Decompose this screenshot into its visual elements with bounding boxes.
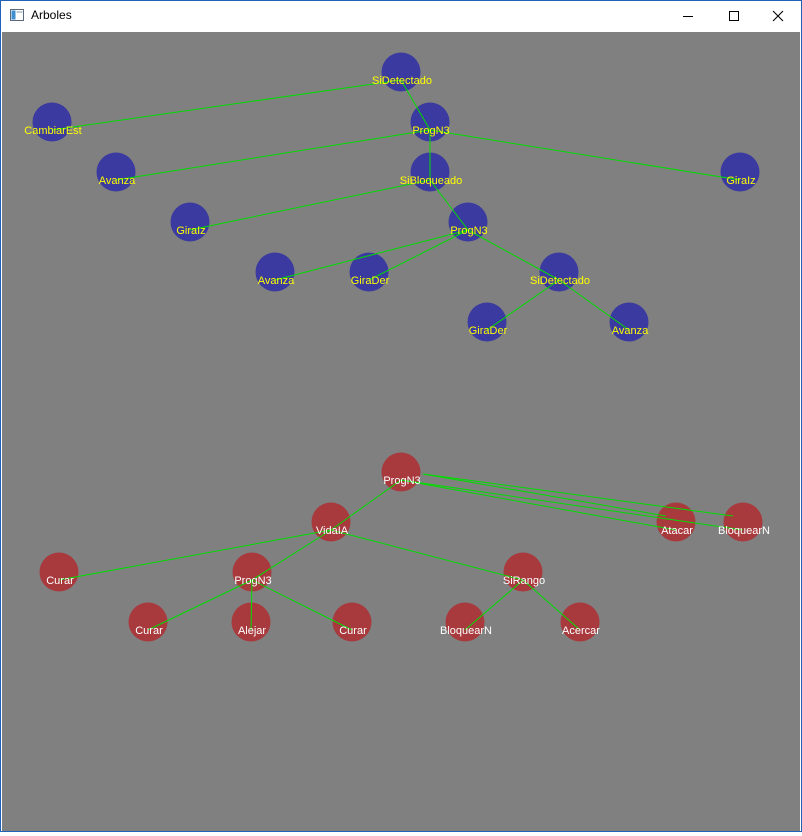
blue-tree-node-label: GiraDer: [469, 325, 508, 337]
red-tree-node-label: Acercar: [562, 625, 600, 637]
blue-tree-edge: [368, 229, 469, 281]
red-tree-node-label: Atacar: [661, 525, 693, 537]
red-tree-edge: [422, 473, 667, 517]
red-tree-node-label: BloquearN: [718, 525, 770, 537]
red-tree-node-label: ProgN3: [234, 575, 271, 587]
tree-diagram: SiDetectado CambiarEst ProgN3 Avanza SiBloqu…: [24, 52, 770, 642]
red-tree-node-label: Curar: [339, 625, 367, 637]
window-title: Arboles: [31, 8, 72, 22]
tree-canvas: SiDetectado CambiarEst ProgN3 Avanza SiBloqu…: [2, 32, 800, 831]
red-tree-node-label: Curar: [135, 625, 163, 637]
red-tree-node-label: Alejar: [238, 625, 266, 637]
blue-tree-edge: [558, 279, 630, 331]
red-tree-edge: [400, 479, 744, 531]
red-tree-edge: [58, 529, 332, 581]
blue-tree-node-label: SiBloqueado: [400, 175, 462, 187]
blue-tree-edge: [429, 129, 741, 181]
red-tree-node-label: VidaIA: [316, 525, 349, 537]
app-icon: [10, 9, 24, 21]
minimize-button[interactable]: [665, 1, 711, 31]
blue-tree-node-label: CambiarEst: [24, 125, 81, 137]
blue-tree-node-label: GiraDer: [351, 275, 390, 287]
blue-tree-node-label: GiraIz: [176, 225, 205, 237]
blue-tree-node-label: ProgN3: [450, 225, 487, 237]
blue-tree-edge: [115, 129, 431, 181]
minimize-icon: [683, 16, 693, 17]
red-tree-edge: [330, 479, 402, 531]
blue-tree-node-label: Avanza: [99, 175, 136, 187]
title-bar[interactable]: Arboles: [1, 1, 801, 31]
blue-tree-edge: [51, 79, 402, 131]
red-tree-edge: [422, 473, 734, 517]
close-button[interactable]: [755, 1, 801, 31]
blue-tree-node-label: SiDetectado: [372, 75, 432, 87]
red-tree-node-label: ProgN3: [383, 475, 420, 487]
red-tree-edge: [330, 529, 524, 581]
blue-tree-edge: [467, 229, 560, 281]
blue-tree-node-label: GiraIz: [726, 175, 755, 187]
app-window: Arboles SiDetectado CambiarEst ProgN3 Avanz…: [0, 0, 802, 832]
maximize-button[interactable]: [711, 1, 757, 31]
blue-tree-node-label: ProgN3: [412, 125, 449, 137]
red-tree-node-label: BloquearN: [440, 625, 492, 637]
close-icon: [772, 10, 784, 22]
red-tree-node-label: Curar: [46, 575, 74, 587]
blue-tree-node-label: SiDetectado: [530, 275, 590, 287]
red-tree-edge: [400, 479, 677, 531]
blue-tree-node-label: Avanza: [612, 325, 649, 337]
red-tree-node-label: SiRango: [503, 575, 545, 587]
blue-tree-edge: [486, 279, 560, 331]
blue-tree-edge: [189, 179, 431, 231]
maximize-icon: [729, 11, 739, 21]
blue-tree-node-label: Avanza: [258, 275, 295, 287]
